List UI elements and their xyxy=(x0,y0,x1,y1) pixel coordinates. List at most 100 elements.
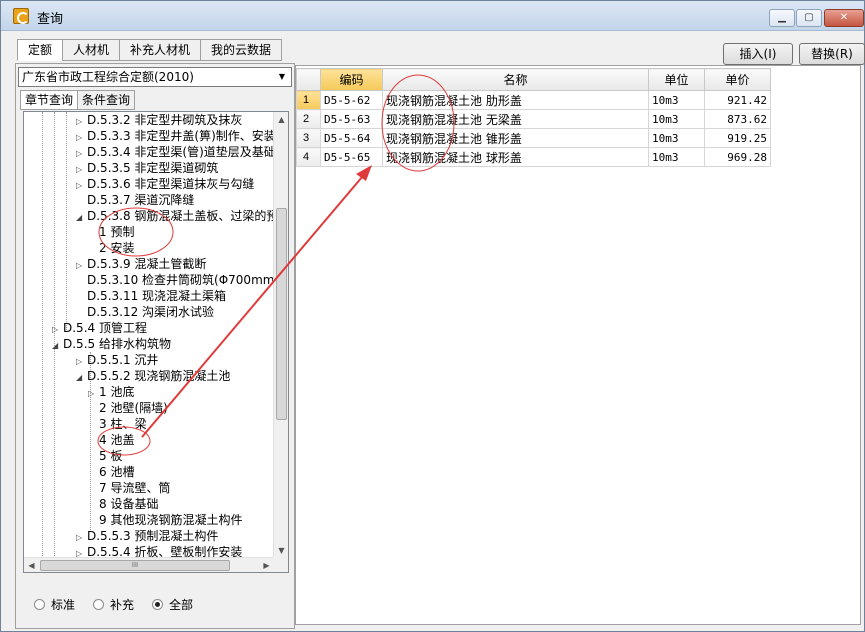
tree-node-label: D.5.3.10 检查井筒砌筑(Φ700mm) xyxy=(87,273,274,287)
row-number: 3 xyxy=(296,128,321,148)
insert-button[interactable]: 插入(I) xyxy=(723,43,793,65)
tree-node-label: D.5.3.9 混凝土管截断 xyxy=(87,257,207,271)
replace-button[interactable]: 替换(R) xyxy=(799,43,865,65)
radio-standard[interactable]: 标准 xyxy=(34,596,75,613)
row-number: 4 xyxy=(296,147,321,167)
tree-node[interactable]: D.5.3.12 沟渠闭水试验 xyxy=(24,304,214,320)
cell-price[interactable]: 969.28 xyxy=(704,147,771,167)
tree-node-label: 2 池壁(隔墙) xyxy=(99,401,168,415)
scroll-up-icon[interactable]: ▲ xyxy=(274,112,288,127)
tree-node-label: D.5.3.4 非定型渠(管)道垫层及基础 xyxy=(87,145,274,159)
tree-node[interactable]: 6 池槽 xyxy=(24,464,134,480)
chevron-down-icon[interactable]: ▼ xyxy=(275,70,289,84)
tree-node[interactable]: 7 导流壁、筒 xyxy=(24,480,170,496)
cell-name[interactable]: 现浇钢筋混凝土池 球形盖 xyxy=(382,147,649,167)
scroll-thumb[interactable]: III xyxy=(40,560,230,571)
tree-node[interactable]: D.5.3.11 现浇混凝土渠箱 xyxy=(24,288,226,304)
cell-code[interactable]: D5-5-63 xyxy=(320,109,383,129)
tab-quota[interactable]: 定额 xyxy=(17,39,63,61)
tree-node[interactable]: D.5.3.7 渠道沉降缝 xyxy=(24,192,194,208)
tree-node[interactable]: 8 设备基础 xyxy=(24,496,158,512)
tree-node-label: D.5.3.5 非定型渠道砌筑 xyxy=(87,161,219,175)
tree-node[interactable]: ◢ D.5.3.8 钢筋混凝土盖板、过梁的预制 xyxy=(24,208,274,224)
cell-unit[interactable]: 10m3 xyxy=(648,128,705,148)
tree-node[interactable]: ▷ D.5.3.4 非定型渠(管)道垫层及基础 xyxy=(24,144,274,160)
tree-node[interactable]: ▷ D.5.5.3 预制混凝土构件 xyxy=(24,528,218,544)
table-row[interactable]: 2 D5-5-63 现浇钢筋混凝土池 无梁盖 10m3 873.62 xyxy=(296,109,771,129)
maximize-button[interactable]: ▢ xyxy=(796,9,822,27)
tab-my-cloud-data[interactable]: 我的云数据 xyxy=(200,39,283,61)
quota-db-select[interactable]: 广东省市政工程综合定额(2010) ▼ xyxy=(18,67,292,87)
tab-supplementary-lmm[interactable]: 补充人材机 xyxy=(119,39,201,61)
cell-code[interactable]: D5-5-62 xyxy=(320,90,383,110)
title-bar[interactable]: 查询 ▁ ▢ ✕ xyxy=(1,1,864,31)
column-header-unit[interactable]: 单位 xyxy=(648,68,705,91)
tree-node[interactable]: ▷ D.5.3.3 非定型井盖(箅)制作、安装 xyxy=(24,128,274,144)
tree-node[interactable]: ▷ D.5.5.1 沉井 xyxy=(24,352,158,368)
column-header-price[interactable]: 单价 xyxy=(704,68,771,91)
close-button[interactable]: ✕ xyxy=(824,9,864,27)
filter-radio-group: 标准 补充 全部 xyxy=(34,596,193,613)
tree-node-label: D.5.3.2 非定型井砌筑及抹灰 xyxy=(87,113,243,127)
radio-label: 标准 xyxy=(51,598,76,612)
tree-node-label: D.5.3.11 现浇混凝土渠箱 xyxy=(87,289,227,303)
table-row[interactable]: 3 D5-5-64 现浇钢筋混凝土池 锥形盖 10m3 919.25 xyxy=(296,128,771,148)
tab-labor-material-machine[interactable]: 人材机 xyxy=(62,39,120,61)
cell-price[interactable]: 873.62 xyxy=(704,109,771,129)
radio-label: 补充 xyxy=(110,598,135,612)
tree-node[interactable]: 1 预制 xyxy=(24,224,134,240)
table-row[interactable]: 4 D5-5-65 现浇钢筋混凝土池 球形盖 10m3 969.28 xyxy=(296,147,771,167)
tree-node[interactable]: 4 池盖 xyxy=(24,432,134,448)
tree-node[interactable]: ▷ D.5.3.6 非定型渠道抹灰与勾缝 xyxy=(24,176,254,192)
table-row[interactable]: 1 D5-5-62 现浇钢筋混凝土池 肋形盖 10m3 921.42 xyxy=(296,90,771,110)
close-icon: ✕ xyxy=(839,12,849,23)
tree-node[interactable]: ▷ D.5.3.9 混凝土管截断 xyxy=(24,256,206,272)
cell-unit[interactable]: 10m3 xyxy=(648,147,705,167)
tree-node[interactable]: ▷ D.5.3.2 非定型井砌筑及抹灰 xyxy=(24,112,242,128)
tree-node[interactable]: 9 其他现浇钢筋混凝土构件 xyxy=(24,512,242,528)
column-header-name[interactable]: 名称 xyxy=(382,68,649,91)
cell-price[interactable]: 919.25 xyxy=(704,128,771,148)
scroll-thumb[interactable] xyxy=(276,208,287,420)
row-number-header[interactable] xyxy=(296,68,321,91)
quota-grid-panel: 编码 名称 单位 单价 1 D5-5-62 现浇钢筋混凝土池 肋形盖 10m3 … xyxy=(295,65,861,625)
tab-condition-query[interactable]: 条件查询 xyxy=(77,90,136,110)
scroll-left-icon[interactable]: ◀ xyxy=(24,558,39,572)
tree-node[interactable]: 2 安装 xyxy=(24,240,134,256)
scroll-corner xyxy=(273,557,288,572)
tree-node[interactable]: ▷ D.5.4 顶管工程 xyxy=(24,320,147,336)
tree-node[interactable]: ◢ D.5.5.2 现浇钢筋混凝土池 xyxy=(24,368,230,384)
vertical-scrollbar[interactable]: ▲ ▼ xyxy=(273,112,288,558)
tree-node[interactable]: ◢ D.5.5 给排水构筑物 xyxy=(24,336,171,352)
tab-chapter-query[interactable]: 章节查询 xyxy=(20,90,78,110)
radio-dot-icon xyxy=(93,599,105,610)
radio-supplementary[interactable]: 补充 xyxy=(93,596,134,613)
cell-name[interactable]: 现浇钢筋混凝土池 肋形盖 xyxy=(382,90,649,110)
cell-code[interactable]: D5-5-65 xyxy=(320,147,383,167)
tree-node[interactable]: ▷ D.5.3.5 非定型渠道砌筑 xyxy=(24,160,218,176)
cell-unit[interactable]: 10m3 xyxy=(648,109,705,129)
tree-node[interactable]: ▷ 1 池底 xyxy=(24,384,134,400)
cell-code[interactable]: D5-5-64 xyxy=(320,128,383,148)
radio-all[interactable]: 全部 xyxy=(152,596,193,613)
tree-node[interactable]: ▷ D.5.5.4 折板、壁板制作安装 xyxy=(24,544,242,558)
cell-price[interactable]: 921.42 xyxy=(704,90,771,110)
radio-dot-icon xyxy=(152,599,164,610)
tree-viewport: ▷ D.5.3.2 非定型井砌筑及抹灰 ▷ D.5.3.3 非定型井盖(箅)制作、安装… xyxy=(24,112,274,558)
tree-node-label: D.5.5 给排水构筑物 xyxy=(63,337,171,351)
tree-node-label: D.5.5.1 沉井 xyxy=(87,353,159,367)
minimize-button[interactable]: ▁ xyxy=(769,9,795,27)
scroll-right-icon[interactable]: ▶ xyxy=(259,558,274,572)
tree-node[interactable]: 3 柱、梁 xyxy=(24,416,146,432)
column-header-code[interactable]: 编码 xyxy=(320,68,383,91)
row-number: 1 xyxy=(296,90,321,110)
cell-name[interactable]: 现浇钢筋混凝土池 无梁盖 xyxy=(382,109,649,129)
horizontal-scrollbar[interactable]: ◀ III ▶ xyxy=(24,557,274,572)
tree-node[interactable]: 5 板 xyxy=(24,448,122,464)
tree-node[interactable]: 2 池壁(隔墙) xyxy=(24,400,168,416)
chapter-tree[interactable]: ▷ D.5.3.2 非定型井砌筑及抹灰 ▷ D.5.3.3 非定型井盖(箅)制作、安装… xyxy=(23,111,289,573)
scroll-down-icon[interactable]: ▼ xyxy=(274,543,288,558)
cell-unit[interactable]: 10m3 xyxy=(648,90,705,110)
cell-name[interactable]: 现浇钢筋混凝土池 锥形盖 xyxy=(382,128,649,148)
tree-node[interactable]: D.5.3.10 检查井筒砌筑(Φ700mm) xyxy=(24,272,274,288)
